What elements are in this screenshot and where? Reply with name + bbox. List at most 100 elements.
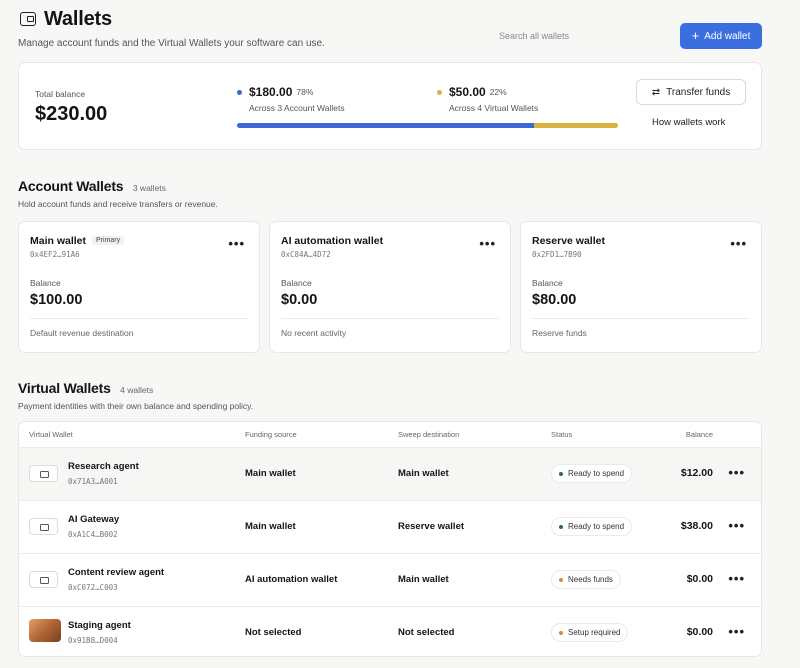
balance-label: Balance [281,278,312,288]
status-dot-icon [559,577,563,582]
virtual-desc: Across 4 Virtual Wallets [449,103,539,113]
card-image-icon [29,619,61,642]
more-options-icon[interactable]: ••• [728,624,745,639]
card-divider [532,318,750,319]
more-options-icon[interactable]: ••• [228,236,245,251]
more-options-icon[interactable]: ••• [728,518,745,533]
virtual-wallet-balance: $0.00 [686,626,713,638]
account-wallets-count: 3 wallets [132,183,166,193]
account-desc: Across 3 Account Wallets [249,103,345,113]
sweep-destination: Main wallet [398,574,449,585]
status-badge: Setup required [551,623,629,642]
add-wallet-label: Add wallet [704,30,751,42]
column-header-wallet[interactable]: Virtual Wallet [29,422,73,448]
virtual-wallets-heading: Virtual Wallets 4 wallets [18,380,153,398]
sweep-destination: Not selected [398,627,455,638]
account-segment: $180.00 78% Across 3 Account Wallets [237,85,345,113]
funding-source: Not selected [245,627,302,638]
virtual-wallet-address: 0xA1C4…B002 [68,530,118,539]
card-divider [30,318,248,319]
wallet-footer-note: No recent activity [281,328,347,338]
transfer-icon: ⇄ [651,86,661,98]
balance-label: Balance [532,278,563,288]
virtual-wallet-name: AI Gateway [68,514,120,525]
virtual-wallet-name: Content review agent [68,567,165,578]
status-text: Setup required [568,628,621,637]
page-title: Wallets [44,8,112,30]
status-dot-icon [559,471,563,476]
account-wallets-title: Account Wallets [18,178,124,194]
account-color-dot [237,89,242,95]
transfer-funds-button[interactable]: ⇄ Transfer funds [636,79,746,105]
table-row[interactable]: Content review agent 0xC072…C003 AI auto… [19,554,761,607]
funding-source: Main wallet [245,521,296,532]
account-wallets-heading: Account Wallets 3 wallets [18,178,166,196]
virtual-wallets-desc: Payment identities with their own balanc… [18,401,254,411]
virtual-wallet-balance: $38.00 [680,520,713,532]
status-dot-icon [559,524,563,529]
status-text: Ready to spend [568,469,625,478]
virtual-percent: 22% [489,87,507,97]
virtual-amount: $50.00 [449,85,486,99]
virtual-wallet-address: 0x91B8…D004 [68,636,118,645]
account-wallets-desc: Hold account funds and receive transfers… [18,199,218,209]
transfer-funds-label: Transfer funds [666,86,731,98]
wallet-balance: $80.00 [532,292,577,308]
status-text: Ready to spend [568,522,625,531]
wallet-footer-note: Default revenue destination [30,328,134,338]
more-options-icon[interactable]: ••• [728,465,745,480]
card-divider [281,318,499,319]
virtual-wallet-name: Staging agent [68,620,131,631]
status-text: Needs funds [568,575,613,584]
table-row[interactable]: Research agent 0x71A3…A001 Main wallet M… [19,448,761,501]
table-header [19,422,761,448]
table-row[interactable]: Staging agent 0x91B8…D004 Not selected N… [19,607,761,656]
primary-badge: Primary [92,236,125,245]
more-options-icon[interactable]: ••• [479,236,496,251]
status-badge: Ready to spend [551,517,633,536]
balance-split-bar [237,123,618,128]
wallet-name: Main wallet [30,235,87,247]
virtual-color-dot [437,89,442,95]
balance-label: Balance [30,278,61,288]
add-wallet-button[interactable]: + Add wallet [680,23,762,49]
page-subtitle: Manage account funds and the Virtual Wal… [18,38,325,49]
virtual-bar-fill [534,123,618,128]
account-percent: 78% [296,87,314,97]
account-bar-fill [237,123,535,128]
virtual-wallets-table: Virtual Wallet Funding source Sweep dest… [18,421,762,657]
search-input[interactable] [490,25,672,47]
total-balance-value: $230.00 [35,103,108,125]
wallet-icon [29,465,58,482]
account-amount: $180.00 [249,85,293,99]
wallet-balance: $100.00 [30,292,83,308]
more-options-icon[interactable]: ••• [728,571,745,586]
funding-source: AI automation wallet [245,574,338,585]
status-badge: Needs funds [551,570,621,589]
more-options-icon[interactable]: ••• [730,236,747,251]
virtual-wallet-address: 0x71A3…A001 [68,477,118,486]
column-header-balance[interactable]: Balance [686,422,713,448]
wallet-footer-note: Reserve funds [532,328,587,338]
account-wallet-card[interactable]: AI automation wallet 0xC84A…4D72 ••• Bal… [269,221,511,353]
wallet-address: 0x4EF2…91A6 [30,250,80,259]
plus-icon: + [691,28,700,43]
wallet-name: AI automation wallet [281,235,384,247]
wallet-icon [29,518,58,535]
virtual-wallet-balance: $0.00 [686,573,713,585]
column-header-funding[interactable]: Funding source [245,422,297,448]
balance-summary-card: Total balance $230.00 $180.00 78% Across… [18,62,762,150]
virtual-wallets-title: Virtual Wallets [18,380,111,396]
virtual-wallet-balance: $12.00 [680,467,713,479]
wallet-name: Reserve wallet [532,235,605,247]
wallet-address: 0x2FD1…7B90 [532,250,582,259]
virtual-segment: $50.00 22% Across 4 Virtual Wallets [437,85,538,113]
column-header-sweep[interactable]: Sweep destination [398,422,459,448]
account-wallet-card[interactable]: Reserve wallet 0x2FD1…7B90 ••• Balance $… [520,221,762,353]
how-wallets-work-link[interactable]: How wallets work [652,117,725,128]
column-header-status[interactable]: Status [551,422,572,448]
status-badge: Ready to spend [551,464,633,483]
account-wallet-card[interactable]: Main wallet Primary 0x4EF2…91A6 ••• Balan… [18,221,260,353]
wallet-address: 0xC84A…4D72 [281,250,331,259]
table-row[interactable]: AI Gateway 0xA1C4…B002 Main wallet Reser… [19,501,761,554]
